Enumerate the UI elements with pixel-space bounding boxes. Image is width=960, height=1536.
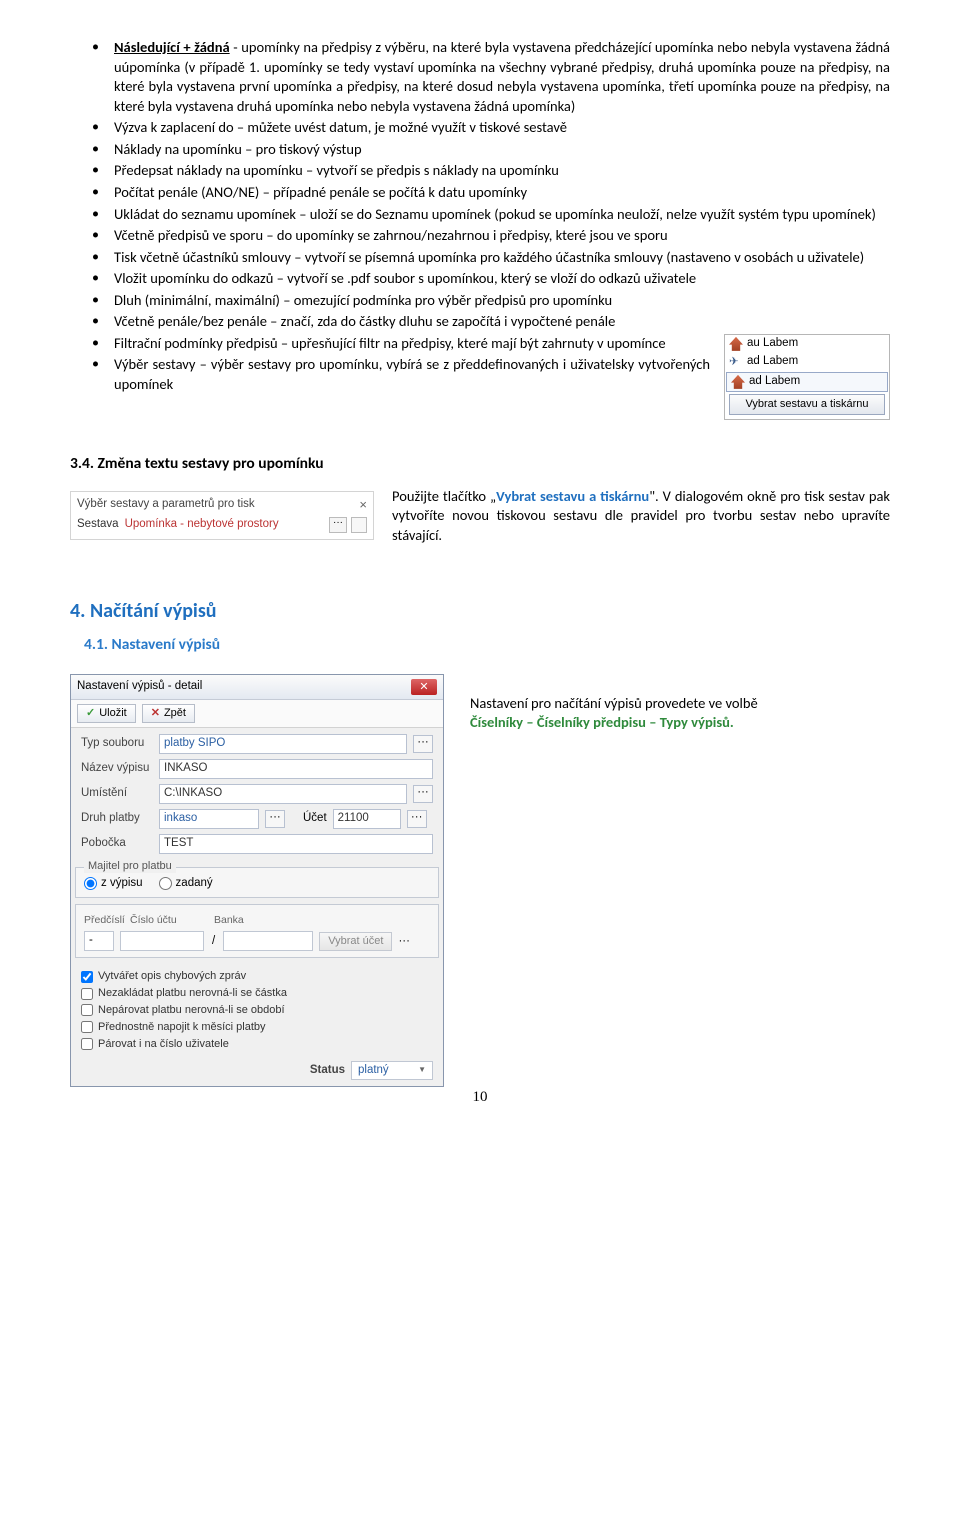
dialog-title: Nastavení výpisů - detail (77, 679, 411, 695)
field-label: Účet (303, 811, 327, 827)
prefix-input[interactable]: - (84, 931, 114, 951)
radio-given[interactable]: zadaný (159, 876, 213, 892)
paragraph-4-1: Nastavení pro načítání výpisů provedete … (470, 670, 890, 733)
field-label: Umístění (81, 786, 153, 802)
payment-type-input[interactable]: inkaso (159, 809, 259, 829)
field-label: Název výpisu (81, 761, 153, 777)
owner-group: Majitel pro platbu z výpisu zadaný (75, 867, 439, 899)
browse-button[interactable]: ··· (407, 810, 427, 828)
check-option[interactable]: Nezakládat platbu nerovná-li se částka (81, 985, 437, 1002)
list-item: au Labem ✈ad Labem ad Labem Vybrat sesta… (70, 334, 890, 354)
browse-button[interactable]: ··· (329, 517, 347, 533)
select-report-printer-ref: Vybrat sestavu a tiskárnu (496, 487, 649, 505)
group-title: Majitel pro platbu (84, 859, 176, 874)
panel-title: Výběr sestavy a parametrů pro tisk (77, 497, 255, 513)
list-item: Následující + žádná - upomínky na předpi… (70, 38, 890, 116)
list-item: Výběr sestavy – výběr sestavy pro upomín… (70, 355, 890, 394)
list-item: Dluh (minimální, maximální) – omezující … (70, 291, 890, 311)
browse-button[interactable]: ··· (398, 934, 410, 950)
col-label: Předčíslí (84, 913, 124, 927)
select-report-printer-button[interactable]: Vybrat sestavu a tiskárnu (729, 394, 885, 415)
statement-settings-dialog: Nastavení výpisů - detail ✕ ✓Uložit ✕Zpě… (70, 674, 444, 1087)
list-item: Tisk včetně účastníků smlouvy – vytvoří … (70, 248, 890, 268)
dialog-toolbar: ✓Uložit ✕Zpět (71, 700, 443, 728)
back-button[interactable]: ✕Zpět (142, 704, 195, 723)
list-item: Předepsat náklady na upomínku – vytvoří … (70, 161, 890, 181)
heading-3-4: 3.4. Změna textu sestavy pro upomínku (70, 454, 890, 475)
check-option[interactable]: Párovat i na číslo uživatele (81, 1036, 437, 1053)
name-input[interactable]: INKASO (159, 759, 433, 779)
home-icon (729, 337, 743, 351)
check-option[interactable]: Vytvářet opis chybových zpráv (81, 968, 437, 985)
report-select-panel: Výběr sestavy a parametrů pro tisk × Ses… (70, 491, 374, 541)
close-icon[interactable]: ✕ (411, 679, 437, 695)
list-item: Počítat penále (ANO/NE) – případné penál… (70, 183, 890, 203)
field-label: Pobočka (81, 836, 153, 852)
list-item: Včetně penále/bez penále – značí, zda do… (70, 312, 890, 332)
dialog-titlebar: Nastavení výpisů - detail ✕ (71, 675, 443, 700)
file-type-input[interactable]: platby SIPO (159, 734, 407, 754)
select-account-button[interactable]: Vybrat účet (319, 932, 392, 951)
browse-button[interactable]: ··· (413, 735, 433, 753)
field-label: Typ souboru (81, 736, 153, 752)
sestava-label: Sestava (77, 517, 119, 533)
browse-button[interactable]: ··· (413, 785, 433, 803)
list-item: Vložit upomínku do odkazů – vytvoří se .… (70, 269, 890, 289)
field-label: Druh platby (81, 811, 153, 827)
status-select[interactable]: platný▼ (351, 1061, 433, 1081)
col-label: Banka (214, 913, 274, 927)
check-icon: ✓ (86, 706, 95, 721)
check-option[interactable]: Přednostně napojit k měsíci platby (81, 1019, 437, 1036)
bullet-text: - upomínky na předpisy z výběru, na kter… (114, 38, 890, 115)
status-label: Status (310, 1063, 345, 1079)
options-checks: Vytvářet opis chybových zpráv Nezakládat… (71, 964, 443, 1056)
feature-list: Následující + žádná - upomínky na předpi… (70, 38, 890, 395)
list-item: Včetně předpisů ve sporu – do upomínky s… (70, 226, 890, 246)
popup-row[interactable]: au Labem (725, 335, 889, 353)
heading-4-1: 4.1. Nastavení výpisů (84, 635, 890, 656)
bullet-lead: Následující + žádná (114, 38, 230, 56)
radio-from-statement[interactable]: z výpisu (84, 876, 143, 892)
save-button[interactable]: ✓Uložit (77, 704, 136, 723)
check-option[interactable]: Nepárovat platbu nerovná-li se období (81, 1002, 437, 1019)
browse-button[interactable]: ··· (265, 810, 285, 828)
close-icon[interactable]: × (359, 496, 367, 514)
account-input[interactable]: 21100 (333, 809, 401, 829)
account-number-input[interactable] (120, 931, 204, 951)
list-item: Náklady na upomínku – pro tiskový výstup (70, 140, 890, 160)
menu-path: Číselníky – Číselníky předpisu – Typy vý… (470, 713, 734, 731)
sestava-value: Upomínka - nebytové prostory (125, 517, 327, 533)
x-icon: ✕ (151, 706, 160, 721)
page-number: 10 (70, 1087, 890, 1107)
list-item: Výzva k zaplacení do – můžete uvést datu… (70, 118, 890, 138)
branch-input[interactable]: TEST (159, 834, 433, 854)
list-item: Ukládat do seznamu upomínek – uloží se d… (70, 205, 890, 225)
bank-input[interactable] (223, 931, 313, 951)
heading-4: 4. Načítání výpisů (70, 598, 890, 625)
account-group: Předčíslí Číslo účtu Banka - / Vybrat úč… (75, 904, 439, 958)
chevron-down-icon: ▼ (418, 1065, 426, 1076)
path-input[interactable]: C:\INKASO (159, 784, 407, 804)
options-button[interactable] (351, 517, 367, 533)
col-label: Číslo účtu (130, 913, 208, 927)
